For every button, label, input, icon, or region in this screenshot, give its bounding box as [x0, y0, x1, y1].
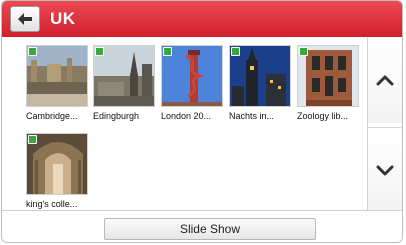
photo-badge: [299, 47, 308, 56]
photo-thumbnail[interactable]: [26, 133, 88, 195]
photo-thumbnail[interactable]: [26, 45, 88, 107]
scroll-down-button[interactable]: [368, 127, 402, 214]
scroll-up-button[interactable]: [368, 37, 402, 123]
photo-caption: Zoology lib...: [297, 111, 349, 121]
chevron-down-icon: [376, 165, 394, 176]
photo-thumbnail[interactable]: [161, 45, 223, 107]
photo-badge: [95, 47, 104, 56]
photo-caption: king's colle...: [26, 199, 78, 209]
page-title: UK: [50, 9, 76, 28]
photo-badge: [163, 47, 172, 56]
photo-badge: [28, 135, 37, 144]
photo-badge: [28, 47, 37, 56]
photo-caption: London 20...: [161, 111, 212, 121]
footer-bar: Slide Show: [2, 210, 402, 242]
photo-grid: Cambridge... Edingburgh London 20... Nac…: [2, 37, 368, 213]
photo-badge: [231, 47, 240, 56]
back-button[interactable]: [10, 6, 40, 32]
slideshow-button[interactable]: Slide Show: [104, 218, 316, 240]
photo-thumbnail[interactable]: [297, 45, 359, 107]
photo-caption: Cambridge...: [26, 111, 78, 121]
photo-thumbnail[interactable]: [93, 45, 155, 107]
scroll-controls: [367, 37, 402, 214]
photo-caption: Edingburgh: [93, 111, 140, 121]
chevron-up-icon: [376, 75, 394, 86]
header-bar: UK: [2, 1, 402, 37]
photo-caption: Nachts in...: [229, 111, 275, 121]
back-arrow-icon: [18, 13, 32, 25]
app-window: UK Cambridge... Edingburgh London 20... …: [1, 0, 403, 243]
photo-thumbnail[interactable]: [229, 45, 291, 107]
